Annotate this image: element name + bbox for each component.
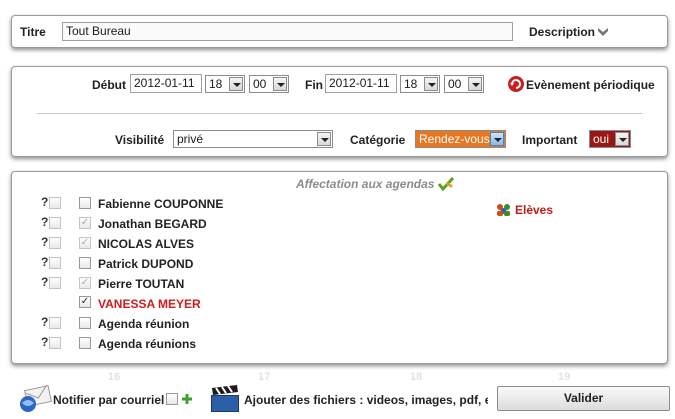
dates-panel: Début 2012-01-11 18 00 Fin 2012-01-11 18… xyxy=(11,66,668,157)
visibility-value: privé xyxy=(177,132,204,146)
students-group-icon xyxy=(497,204,510,216)
agenda-checkbox[interactable] xyxy=(79,197,91,209)
agenda-checkbox[interactable]: ✓ xyxy=(79,237,91,249)
chevron-down-icon xyxy=(317,132,331,146)
chevron-down-icon xyxy=(273,77,287,91)
check-pencil-icon xyxy=(437,176,455,192)
add-files-link[interactable]: Ajouter des fichiers : videos, images, p… xyxy=(244,393,488,407)
agenda-name: Agenda réunion xyxy=(98,317,190,331)
notify-email-checkbox[interactable] xyxy=(166,393,178,405)
email-icon xyxy=(20,385,52,412)
agenda-name: Agenda réunions xyxy=(98,337,197,351)
chevron-down-icon[interactable] xyxy=(597,27,609,37)
end-date-input[interactable]: 2012-01-11 xyxy=(325,74,397,93)
chevron-down-icon xyxy=(424,77,438,91)
agenda-name: NICOLAS ALVES xyxy=(98,237,195,251)
start-label: Début xyxy=(92,78,126,92)
end-hour-value: 18 xyxy=(404,77,418,91)
clapperboard-icon[interactable] xyxy=(209,384,241,414)
end-label: Fin xyxy=(305,78,323,92)
chevron-down-icon xyxy=(615,132,629,146)
notify-checkbox[interactable] xyxy=(49,217,61,229)
agenda-name: Patrick DUPOND xyxy=(98,257,194,271)
title-input[interactable]: Tout Bureau xyxy=(62,22,513,41)
important-value: oui xyxy=(593,132,610,146)
notify-checkbox[interactable] xyxy=(49,337,61,349)
agenda-checkbox[interactable] xyxy=(79,257,91,269)
help-icon[interactable]: ? xyxy=(41,315,48,329)
calendar-day-19: 19 xyxy=(558,371,571,383)
chevron-down-icon xyxy=(490,132,504,146)
agendas-panel: Affectation aux agendas Elèves ? Fabienn… xyxy=(11,171,668,364)
agenda-name: Jonathan BEGARD xyxy=(98,217,207,231)
notify-checkbox[interactable] xyxy=(49,197,61,209)
agenda-checkbox[interactable] xyxy=(79,337,91,349)
category-label: Catégorie xyxy=(350,133,406,147)
description-toggle[interactable]: Description xyxy=(529,25,595,39)
divider xyxy=(37,113,642,114)
help-icon[interactable]: ? xyxy=(41,195,48,209)
recurring-event-link[interactable]: Evènement périodique xyxy=(526,78,655,92)
chevron-down-icon xyxy=(229,77,243,91)
notify-checkbox[interactable] xyxy=(49,257,61,269)
agenda-checkbox[interactable]: ✓ xyxy=(79,277,91,289)
submit-button[interactable]: Valider xyxy=(497,386,670,411)
calendar-day-17: 17 xyxy=(258,371,271,383)
category-select[interactable]: Rendez-vous xyxy=(415,130,506,148)
start-minute-value: 00 xyxy=(253,77,267,91)
help-icon[interactable]: ? xyxy=(41,235,48,249)
agenda-name: VANESSA MEYER xyxy=(98,297,201,311)
help-icon[interactable]: ? xyxy=(41,215,48,229)
agenda-checkbox[interactable] xyxy=(79,317,91,329)
agenda-checkbox[interactable]: ✓ xyxy=(79,217,91,229)
agenda-name: Pierre TOUTAN xyxy=(98,277,185,291)
notify-email-label: Notifier par courriel xyxy=(53,393,165,407)
visibility-select[interactable]: privé xyxy=(173,130,333,148)
notify-checkbox[interactable] xyxy=(49,317,61,329)
end-hour-select[interactable]: 18 xyxy=(400,75,440,93)
start-minute-select[interactable]: 00 xyxy=(249,75,289,93)
end-minute-value: 00 xyxy=(448,77,462,91)
plus-icon[interactable] xyxy=(181,393,193,405)
important-select[interactable]: oui xyxy=(589,130,631,148)
eleves-link[interactable]: Elèves xyxy=(515,203,553,217)
notify-checkbox[interactable] xyxy=(49,277,61,289)
notify-checkbox[interactable] xyxy=(49,237,61,249)
start-hour-select[interactable]: 18 xyxy=(205,75,245,93)
calendar-day-18: 18 xyxy=(410,371,423,383)
start-hour-value: 18 xyxy=(209,77,223,91)
important-label: Important xyxy=(522,133,578,147)
recurring-event-icon[interactable] xyxy=(507,75,525,93)
end-minute-select[interactable]: 00 xyxy=(444,75,484,93)
start-date-input[interactable]: 2012-01-11 xyxy=(130,74,202,93)
title-label: Titre xyxy=(20,25,46,39)
visibility-label: Visibilité xyxy=(115,133,165,147)
help-icon[interactable]: ? xyxy=(41,275,48,289)
agenda-checkbox[interactable]: ✓ xyxy=(79,296,91,308)
agenda-name: Fabienne COUPONNE xyxy=(98,197,224,211)
calendar-day-16: 16 xyxy=(108,371,121,383)
category-value: Rendez-vous xyxy=(419,132,490,146)
agendas-heading: Affectation aux agendas xyxy=(296,177,435,191)
help-icon[interactable]: ? xyxy=(41,255,48,269)
title-panel: Titre Tout Bureau Description xyxy=(11,15,668,48)
help-icon[interactable]: ? xyxy=(41,335,48,349)
chevron-down-icon xyxy=(468,77,482,91)
